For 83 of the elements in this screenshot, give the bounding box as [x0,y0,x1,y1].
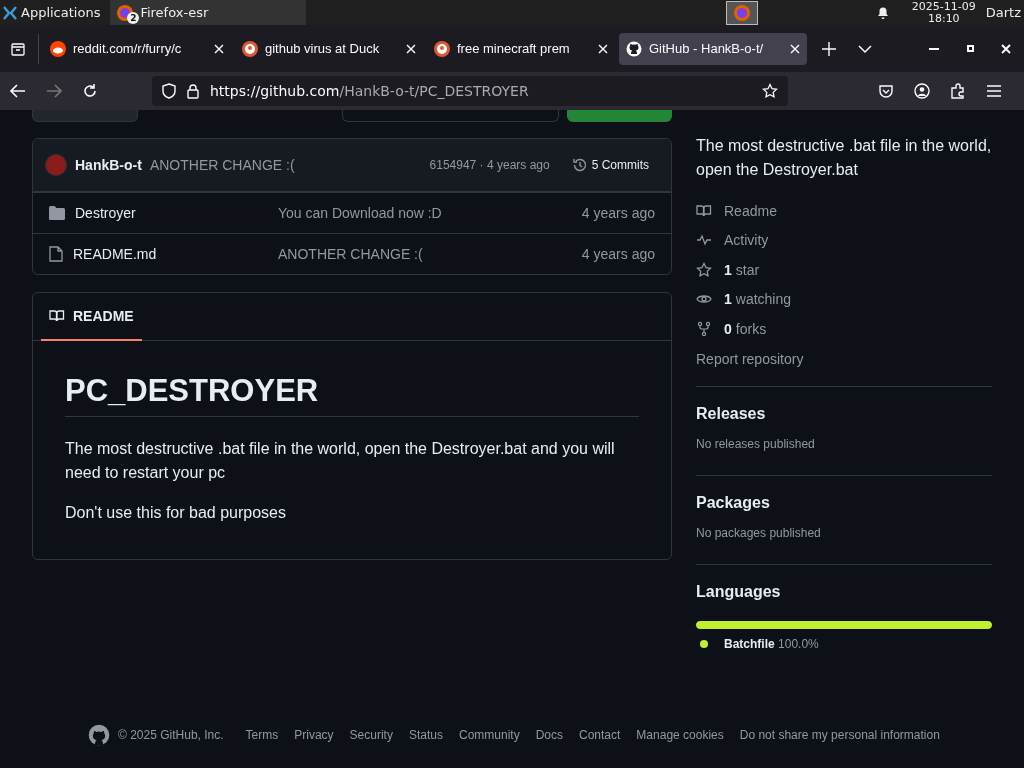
section-note: No packages published [696,525,822,542]
back-icon[interactable] [10,84,26,98]
commit-author[interactable]: HankB-o-t [75,157,142,173]
user-name[interactable]: Dartz [985,5,1024,20]
commit-meta: 6154947 · 4 years ago [429,158,550,172]
readme-paragraph: Don't use this for bad purposes [65,503,287,523]
history-icon[interactable] [571,157,588,173]
file-age: 4 years ago [581,246,655,262]
language-label[interactable]: Batchfile 100.0% [724,636,819,651]
puzzle-icon[interactable] [950,83,966,99]
code-button[interactable] [566,110,672,122]
footer-link[interactable]: Docs [535,728,563,742]
footer-link[interactable]: Do not share my personal information [739,728,940,742]
file-name[interactable]: README.md [73,246,157,262]
footer-link[interactable]: Terms [245,728,279,742]
footer-link[interactable]: Status [408,728,443,742]
close-icon[interactable] [790,43,800,54]
about-link[interactable]: Activity [724,232,769,249]
footer-link[interactable]: Contact [579,728,621,742]
chevron-down-icon[interactable] [858,43,872,54]
about-link[interactable]: 1 watching [724,291,792,308]
repo-description: The most destructive .bat file in the world, open the Destroyer.bat [696,136,992,180]
lock-icon[interactable] [186,83,200,99]
book-icon[interactable] [49,308,65,324]
tab-overview-icon[interactable] [10,40,26,57]
duck-icon [434,40,450,57]
address-bar[interactable]: https://github.com/HankB-o-t/PC_DESTROYER [152,76,788,106]
browser-tab[interactable]: free minecraft prem [427,32,615,65]
github-icon [626,40,642,57]
section-note: No releases published [696,436,816,453]
fork-icon [696,320,712,337]
menu-icon[interactable] [987,85,1001,97]
footer-link[interactable]: Privacy [294,728,334,742]
readme-title: PC_DESTROYER [65,373,639,417]
commit-message[interactable]: ANOTHER CHANGE :( [278,246,582,262]
commit-message[interactable]: ANOTHER CHANGE :( [149,157,295,173]
close-icon[interactable] [598,43,608,54]
about-link[interactable]: 1 star [724,261,760,278]
taskbar-button[interactable]: 2 Firefox-esr [110,0,307,25]
close-icon[interactable] [214,43,224,54]
new-tab-icon[interactable] [822,41,836,56]
browser-tab[interactable]: GitHub - HankB-o-t/ [619,32,807,65]
close-icon[interactable] [406,43,416,54]
reload-icon[interactable] [82,83,98,99]
star-icon[interactable] [762,83,778,99]
report-link[interactable]: Report repository [696,350,804,367]
section-heading[interactable]: Releases [696,404,992,423]
forward-icon[interactable] [46,84,62,98]
search-field[interactable] [341,110,559,122]
pocket-icon[interactable] [878,83,894,99]
minimize-icon[interactable] [929,47,939,50]
footer-link[interactable]: Security [349,728,393,742]
star-icon [696,261,712,278]
file-icon [49,246,63,262]
section-heading: Languages [696,582,782,601]
close-icon[interactable] [1001,43,1011,54]
file-age: 4 years ago [581,205,655,221]
github-logo-icon[interactable] [88,724,110,746]
book-icon [696,202,712,219]
applications-menu[interactable]: Applications [0,5,107,20]
browser-tab[interactable]: github virus at Duck [235,32,423,65]
account-icon[interactable] [914,83,930,99]
folder-icon [49,206,65,220]
maximize-icon[interactable] [966,45,974,52]
section-heading[interactable]: Packages [696,493,992,512]
applications-icon[interactable] [3,5,17,20]
browser-tab[interactable]: reddit.com/r/furry/c [43,32,231,65]
shield-icon[interactable] [162,83,176,99]
about-link[interactable]: Readme [724,202,777,219]
footer-link[interactable]: Manage cookies [636,728,724,742]
copyright: © 2025 GitHub, Inc. [118,728,224,742]
commits-link[interactable]: 5 Commits [565,153,655,177]
file-name[interactable]: Destroyer [75,205,136,221]
readme-tab[interactable]: README [41,293,142,341]
about-link[interactable]: 0 forks [724,320,767,337]
duck-icon [242,40,258,57]
footer-link[interactable]: Community [458,728,520,742]
firefox-launcher-icon[interactable] [726,0,759,25]
bell-icon[interactable] [875,5,890,20]
commit-message[interactable]: You can Download now :D [278,205,582,221]
clock[interactable]: 2025-11-09 18:10 [911,0,976,25]
readme-paragraph: The most destructive .bat file in the world, open the Destroyer.bat and you will need to restart your pc [65,439,616,483]
reddit-icon [50,40,66,57]
